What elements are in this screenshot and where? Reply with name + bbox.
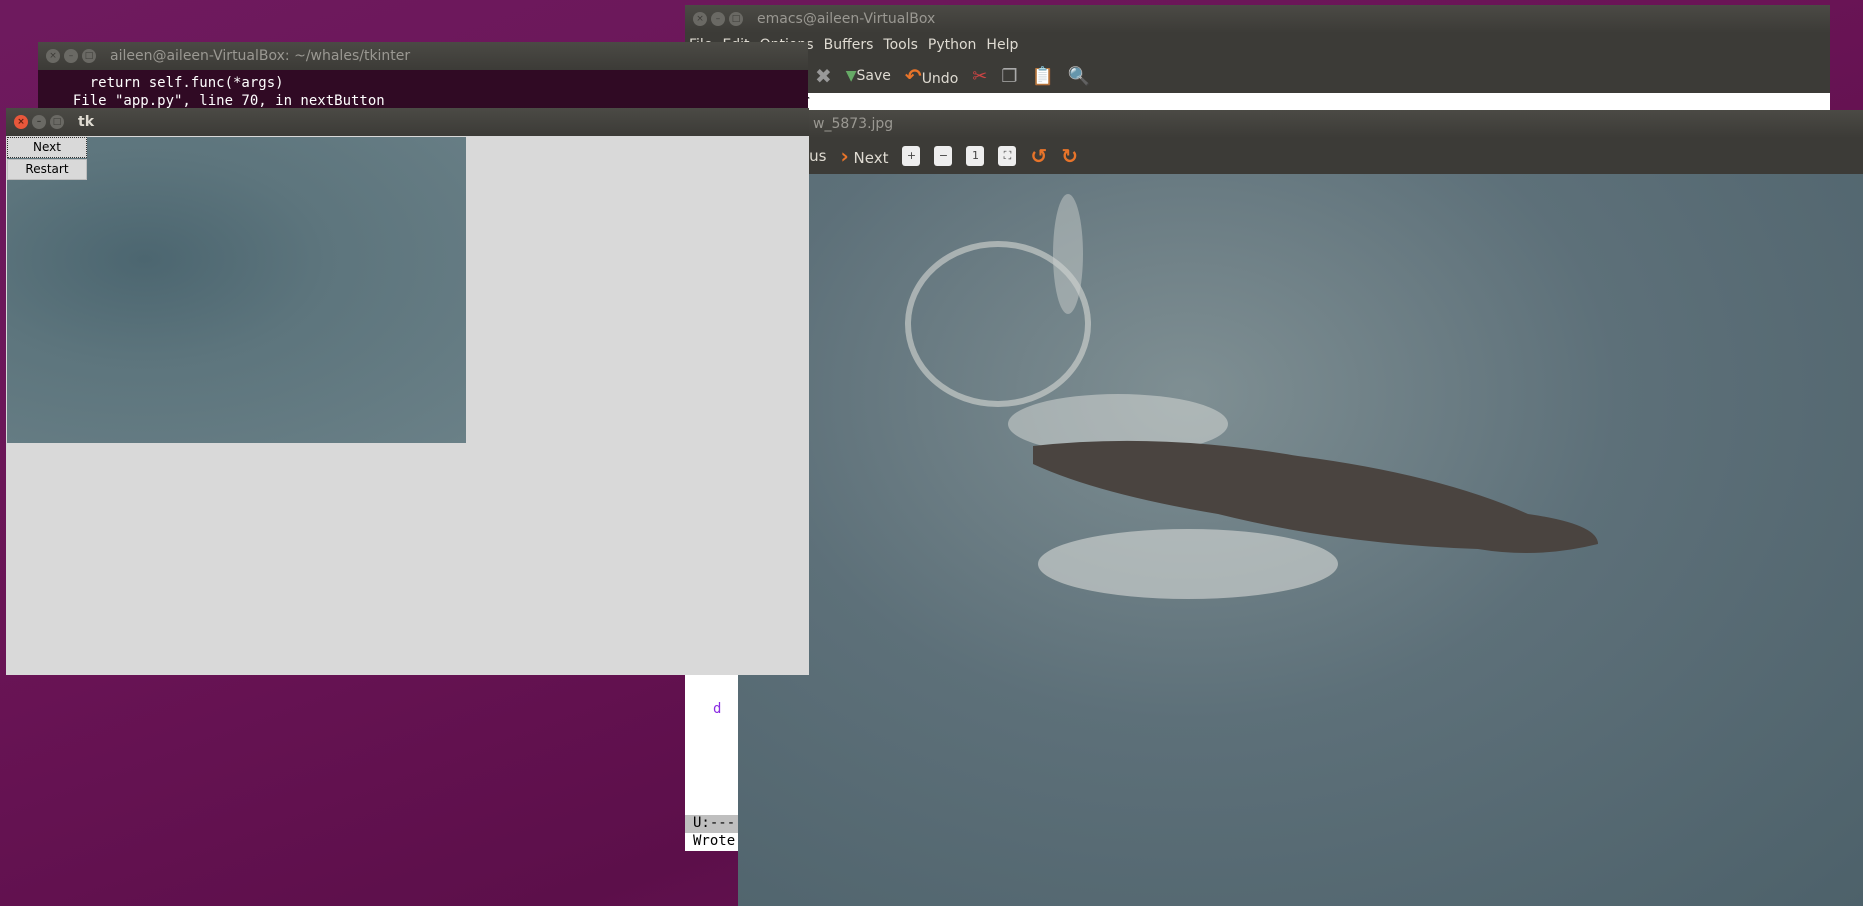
window-title: tk: [78, 114, 95, 130]
maximize-icon[interactable]: □: [82, 49, 96, 63]
whale-illustration: [905, 194, 1598, 599]
window-title: emacs@aileen-VirtualBox: [757, 11, 936, 27]
save-label: Save: [856, 68, 891, 84]
image-viewer-window: w_5873.jpg ous › Next + − 1 ⛶ ↺ ↻: [738, 110, 1863, 906]
save-button[interactable]: ▼Save: [846, 68, 891, 84]
whale-photo: [738, 174, 1863, 906]
tk-titlebar: × – □ tk: [6, 108, 809, 136]
viewer-toolbar: ous › Next + − 1 ⛶ ↺ ↻: [738, 138, 1863, 174]
copy-icon[interactable]: ❐: [1001, 66, 1017, 87]
zoom-in-icon[interactable]: +: [902, 146, 921, 166]
undo-label: Undo: [921, 71, 959, 87]
splash: [905, 194, 1338, 599]
next-button[interactable]: Next: [7, 137, 87, 158]
menu-bar: File Edit Options Buffers Tools Python H…: [685, 33, 1830, 57]
minimize-icon[interactable]: –: [32, 115, 46, 129]
cut-icon[interactable]: ✂: [972, 66, 987, 87]
menu-tools[interactable]: Tools: [883, 37, 918, 53]
emacs-titlebar: × – □ emacs@aileen-VirtualBox: [685, 5, 1830, 33]
minimize-icon[interactable]: –: [64, 49, 78, 63]
undo-icon: ↶: [904, 64, 922, 88]
search-icon[interactable]: 🔍: [1068, 66, 1090, 87]
rotate-left-icon[interactable]: ↺: [1030, 144, 1047, 168]
terminal-titlebar: × – □ aileen@aileen-VirtualBox: ~/whales/t…: [38, 42, 808, 70]
paste-icon[interactable]: 📋: [1032, 66, 1054, 87]
menu-python[interactable]: Python: [928, 37, 977, 53]
viewer-titlebar: w_5873.jpg: [738, 110, 1863, 138]
tk-window: × – □ tk Next Restart: [6, 108, 809, 675]
next-button[interactable]: › Next: [841, 144, 889, 168]
close-icon[interactable]: ×: [14, 115, 28, 129]
zoom-fit-icon[interactable]: ⛶: [998, 146, 1017, 166]
menu-help[interactable]: Help: [986, 37, 1018, 53]
save-icon: ▼: [845, 68, 857, 84]
restart-button[interactable]: Restart: [7, 159, 87, 180]
zoom-out-icon[interactable]: −: [934, 146, 953, 166]
close-icon[interactable]: ×: [46, 49, 60, 63]
undo-button[interactable]: ↶Undo: [905, 64, 958, 88]
whale-image-canvas: [7, 137, 466, 443]
emacs-toolbar: ✖ ▼Save ↶Undo ✂ ❐ 📋 🔍: [685, 57, 1830, 95]
window-title: aileen@aileen-VirtualBox: ~/whales/tkint…: [110, 48, 411, 64]
chevron-right-icon: ›: [840, 144, 849, 168]
terminal-line: return self.func(*args): [56, 75, 284, 91]
close-icon[interactable]: ×: [693, 12, 707, 26]
next-label: Next: [853, 149, 889, 167]
zoom-normal-icon[interactable]: 1: [966, 146, 985, 166]
code-text: d: [713, 701, 722, 717]
rotate-right-icon[interactable]: ↻: [1061, 144, 1078, 168]
menu-buffers[interactable]: Buffers: [824, 37, 874, 53]
close-buffer-icon[interactable]: ✖: [815, 64, 832, 88]
maximize-icon[interactable]: □: [50, 115, 64, 129]
window-title: w_5873.jpg: [813, 116, 894, 132]
minimize-icon[interactable]: –: [711, 12, 725, 26]
maximize-icon[interactable]: □: [729, 12, 743, 26]
